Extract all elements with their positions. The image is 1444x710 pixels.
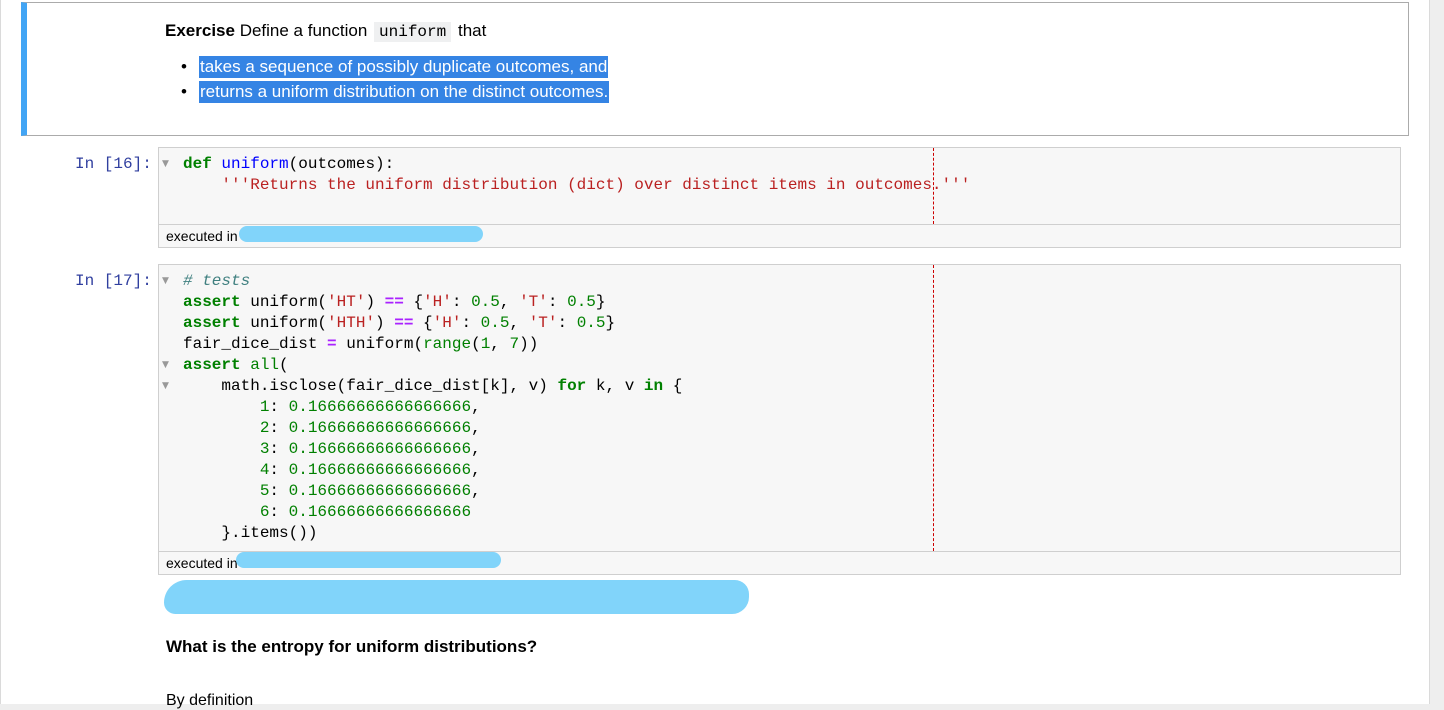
fold-arrow-icon[interactable]: ▼	[162, 381, 169, 391]
markdown-content: Exercise Define a function uniform that …	[165, 21, 610, 104]
execution-status-text: executed in	[166, 555, 238, 571]
section-heading: What is the entropy for uniform distribu…	[166, 637, 538, 656]
bullet-icon: •	[181, 57, 187, 76]
exercise-text-before: Define a function	[239, 21, 368, 40]
bullet-icon: •	[181, 82, 187, 101]
list-item: • returns a uniform distribution on the …	[181, 79, 610, 104]
markdown-cell-exercise[interactable]: Exercise Define a function uniform that …	[21, 2, 1409, 136]
line-length-ruler	[933, 265, 934, 551]
line-length-ruler	[933, 148, 934, 224]
list-item: • takes a sequence of possibly duplicate…	[181, 54, 609, 79]
selected-text[interactable]: takes a sequence of possibly duplicate o…	[199, 56, 609, 78]
redaction-mark	[236, 552, 501, 568]
exercise-text-after: that	[457, 21, 487, 40]
redaction-mark	[239, 226, 483, 242]
notebook-area: Exercise Define a function uniform that …	[0, 0, 1430, 709]
execution-status-text: executed in	[166, 228, 238, 244]
fold-arrow-icon[interactable]: ▼	[162, 159, 169, 169]
code-cell-17-input[interactable]: ▼ ▼ ▼ # tests assert uniform('HT') == {'…	[158, 264, 1401, 552]
exercise-label: Exercise	[165, 21, 235, 40]
cell-prompt-17: In [17]:	[75, 272, 152, 290]
fold-arrow-icon[interactable]: ▼	[162, 276, 169, 286]
redaction-mark	[164, 580, 749, 614]
paragraph-text: By definition	[166, 692, 254, 709]
selected-text[interactable]: returns a uniform distribution on the di…	[199, 81, 610, 103]
code-editor[interactable]: # tests assert uniform('HT') == {'H': 0.…	[183, 271, 682, 544]
code-editor[interactable]: def uniform(outcomes): '''Returns the un…	[183, 154, 970, 196]
fold-arrow-icon[interactable]: ▼	[162, 360, 169, 370]
code-cell-16-input[interactable]: ▼ def uniform(outcomes): '''Returns the …	[158, 147, 1401, 225]
inline-code-uniform: uniform	[374, 22, 452, 42]
cell-prompt-16: In [16]:	[75, 155, 152, 173]
exercise-bullet-list: • takes a sequence of possibly duplicate…	[165, 54, 610, 104]
exercise-line: Exercise Define a function uniform that	[165, 21, 609, 42]
